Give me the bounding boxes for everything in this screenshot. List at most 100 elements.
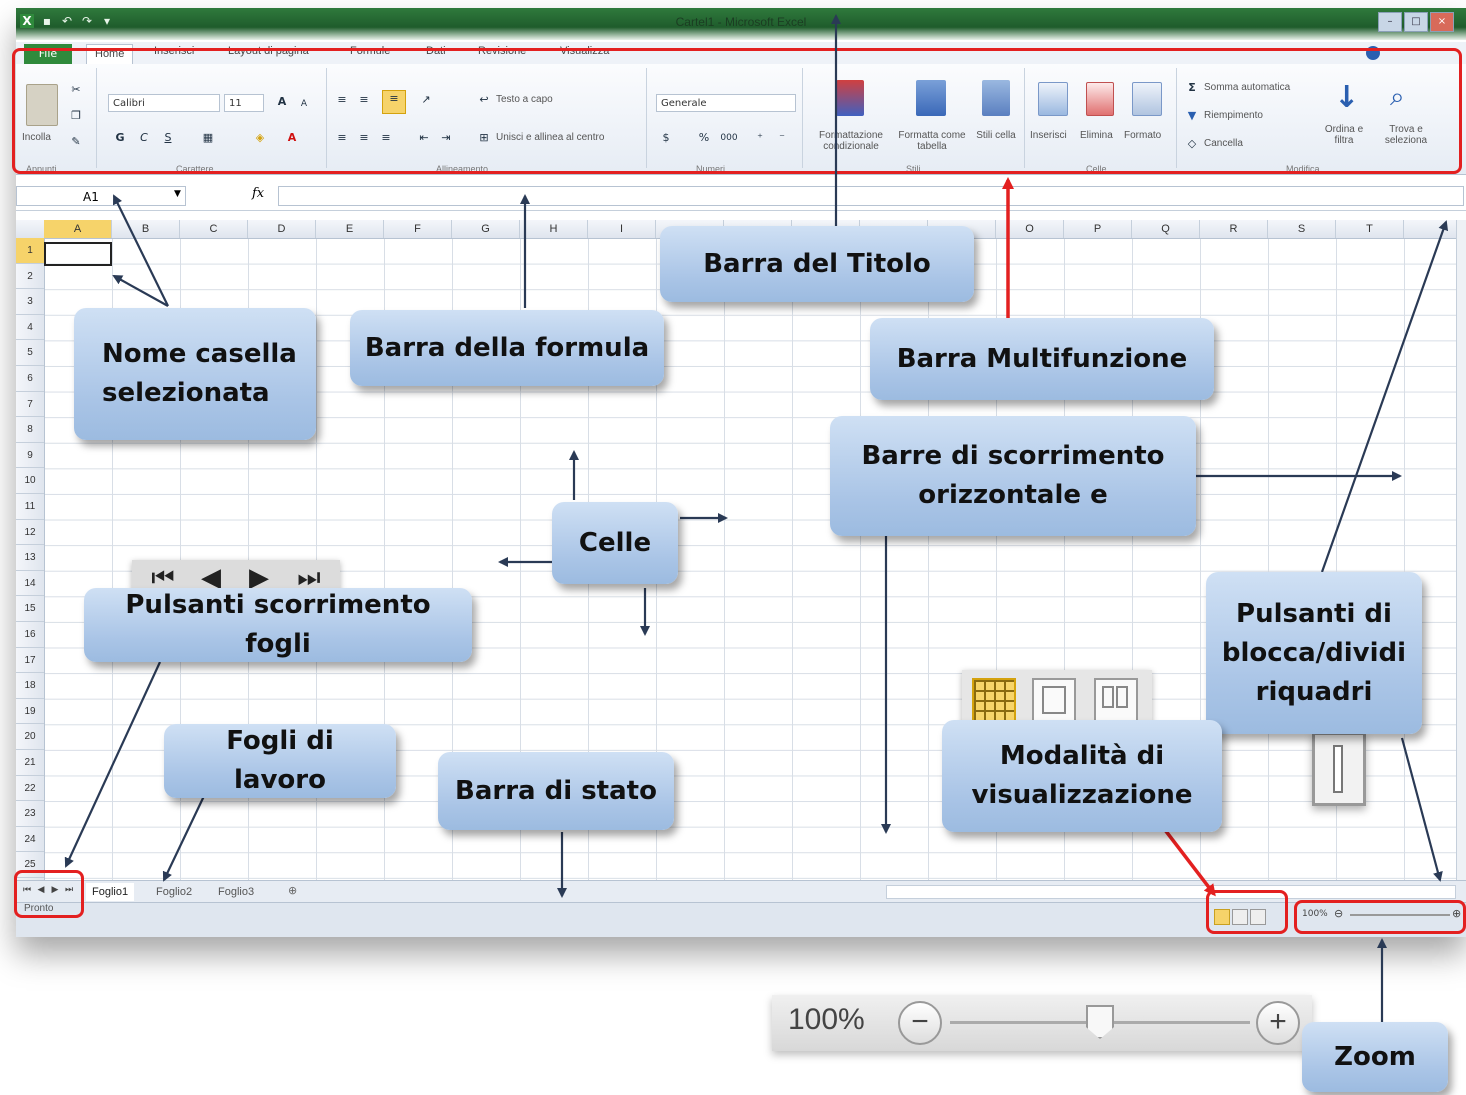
- sheet-tab-foglio2[interactable]: Foglio2: [150, 883, 198, 901]
- sheet-tab-foglio1[interactable]: Foglio1: [86, 883, 135, 901]
- row-header[interactable]: 24: [16, 827, 44, 853]
- column-header[interactable]: Q: [1132, 220, 1200, 238]
- row-header[interactable]: 3: [16, 289, 44, 315]
- callout-sheet-scroll-text: Pulsanti scorrimento fogli: [125, 590, 431, 659]
- title-bar: X ▪ ↶ ↷ ▾ Cartel1 - Microsoft Excel – □ …: [16, 8, 1466, 40]
- column-header[interactable]: F: [384, 220, 452, 238]
- callout-scrollbars-line2: orizzontale e: [918, 480, 1108, 510]
- row-header[interactable]: 5: [16, 340, 44, 366]
- column-header[interactable]: B: [112, 220, 180, 238]
- row-header[interactable]: 8: [16, 417, 44, 443]
- callout-freeze-line1: Pulsanti di: [1236, 598, 1392, 629]
- close-button[interactable]: ×: [1430, 12, 1454, 32]
- row-header[interactable]: 7: [16, 392, 44, 418]
- selected-cell-a1[interactable]: [44, 242, 112, 266]
- callout-zoom: Zoom: [1302, 1022, 1448, 1092]
- row-header[interactable]: 2: [16, 264, 44, 290]
- column-header[interactable]: E: [316, 220, 384, 238]
- row-headers: 1 2 3 4 5 6 7 8 9 10 11 12 13 14 15 16 17 18 19 20 21 22 23 24 2…: [16, 238, 45, 880]
- window-title: Cartel1 - Microsoft Excel: [675, 15, 807, 29]
- column-header[interactable]: A: [44, 220, 112, 238]
- column-header[interactable]: C: [180, 220, 248, 238]
- view-modes-highlight: [1206, 890, 1288, 934]
- callout-status-bar: Barra di stato: [438, 752, 674, 830]
- column-header[interactable]: I: [588, 220, 656, 238]
- column-header[interactable]: G: [452, 220, 520, 238]
- row-header[interactable]: 20: [16, 724, 44, 750]
- column-header[interactable]: D: [248, 220, 316, 238]
- callout-view-modes: Modalità di visualizzazione: [942, 720, 1222, 832]
- sheet-tab-foglio3[interactable]: Foglio3: [212, 883, 260, 901]
- callout-formula-bar-text: Barra della formula: [364, 332, 650, 363]
- page-break-view-large-icon: [1094, 678, 1138, 722]
- callout-cells: Celle: [552, 502, 678, 584]
- row-header[interactable]: 6: [16, 366, 44, 392]
- callout-sheets-text: Fogli di lavoro: [226, 726, 334, 795]
- callout-title-bar: Barra del Titolo: [660, 226, 974, 302]
- callout-name-box-line1: Nome casella: [102, 339, 297, 369]
- callout-name-box-line2: selezionata: [102, 378, 270, 408]
- callout-cells-text: Celle: [578, 527, 652, 558]
- formula-bar: A1 ▼ fx: [16, 184, 1466, 211]
- column-header[interactable]: T: [1336, 220, 1404, 238]
- insert-function-button[interactable]: fx: [252, 186, 272, 206]
- page-layout-view-large-icon: [1032, 678, 1076, 722]
- callout-ribbon: Barra Multifunzione: [870, 318, 1214, 400]
- row-header[interactable]: 23: [16, 801, 44, 827]
- row-header[interactable]: 17: [16, 648, 44, 674]
- row-header[interactable]: 18: [16, 673, 44, 699]
- column-header[interactable]: R: [1200, 220, 1268, 238]
- row-header[interactable]: 13: [16, 545, 44, 571]
- normal-view-large-icon: [972, 678, 1016, 722]
- vertical-scrollbar[interactable]: [1456, 220, 1466, 880]
- zoom-highlight: [1294, 900, 1466, 934]
- callout-sheet-scroll: Pulsanti scorrimento fogli: [84, 588, 472, 662]
- column-header[interactable]: H: [520, 220, 588, 238]
- zoom-value: 100%: [788, 1003, 865, 1036]
- callout-zoom-text: Zoom: [1334, 1041, 1416, 1072]
- maximize-button[interactable]: □: [1404, 12, 1428, 32]
- minimize-button[interactable]: –: [1378, 12, 1402, 32]
- split-handle-icon: [1333, 745, 1343, 793]
- row-header[interactable]: 10: [16, 468, 44, 494]
- zoom-out-button: −: [898, 1001, 942, 1045]
- split-pane-inset: [1312, 732, 1366, 806]
- name-box[interactable]: A1: [16, 186, 186, 206]
- name-box-dropdown-icon[interactable]: ▼: [174, 189, 181, 199]
- row-header[interactable]: 9: [16, 443, 44, 469]
- callout-status-bar-text: Barra di stato: [455, 775, 657, 806]
- sheet-nav-highlight: [14, 870, 84, 918]
- column-header[interactable]: S: [1268, 220, 1336, 238]
- insert-sheet-icon[interactable]: ⊕: [288, 884, 297, 897]
- row-header[interactable]: 22: [16, 776, 44, 802]
- callout-sheets: Fogli di lavoro: [164, 724, 396, 798]
- callout-view-modes-line1: Modalità di: [999, 741, 1165, 771]
- callout-formula-bar: Barra della formula: [350, 310, 664, 386]
- horizontal-scrollbar[interactable]: [886, 885, 1456, 899]
- callout-scrollbars-line1: Barre di scorrimento: [861, 441, 1165, 471]
- callout-scrollbars: Barre di scorrimento orizzontale e: [830, 416, 1196, 536]
- row-header[interactable]: 15: [16, 596, 44, 622]
- callout-view-modes-line2: visualizzazione: [971, 780, 1193, 810]
- formula-input[interactable]: [278, 186, 1464, 206]
- callout-freeze-line3: riquadri: [1255, 676, 1373, 707]
- row-header[interactable]: 19: [16, 699, 44, 725]
- callout-freeze-line2: blocca/dividi: [1221, 637, 1407, 668]
- callout-ribbon-text: Barra Multifunzione: [896, 343, 1188, 374]
- callout-freeze: Pulsanti di blocca/dividi riquadri: [1206, 572, 1422, 734]
- row-header[interactable]: 1: [16, 238, 44, 264]
- zoom-in-button: +: [1256, 1001, 1300, 1045]
- zoom-inset: 100% − +: [772, 995, 1312, 1051]
- row-header[interactable]: 16: [16, 622, 44, 648]
- row-header[interactable]: 14: [16, 571, 44, 597]
- row-header[interactable]: 11: [16, 494, 44, 520]
- column-header[interactable]: O: [996, 220, 1064, 238]
- row-header[interactable]: 4: [16, 315, 44, 341]
- row-header[interactable]: 21: [16, 750, 44, 776]
- zoom-thumb: [1086, 1005, 1114, 1039]
- callout-name-box: Nome casella selezionata: [74, 308, 316, 440]
- ribbon-highlight: [12, 48, 1462, 174]
- row-header[interactable]: 12: [16, 520, 44, 546]
- callout-title-bar-text: Barra del Titolo: [703, 248, 931, 279]
- column-header[interactable]: P: [1064, 220, 1132, 238]
